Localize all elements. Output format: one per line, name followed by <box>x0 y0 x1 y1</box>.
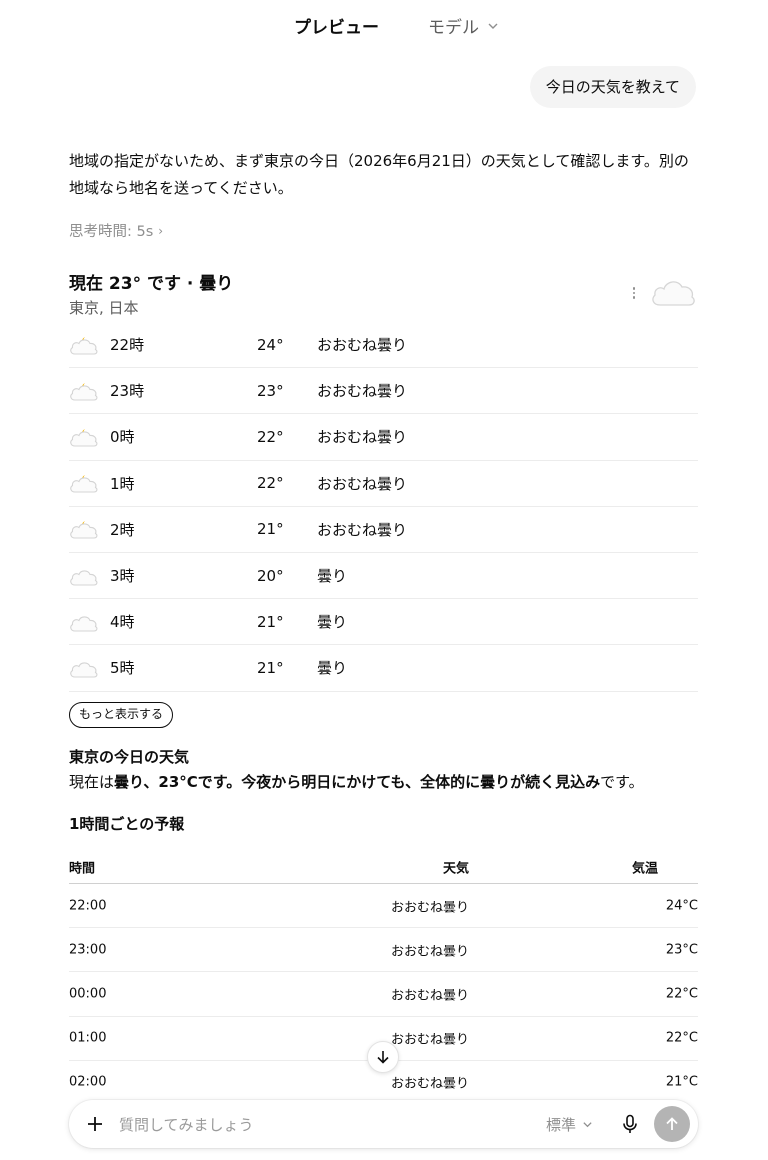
arrow-down-icon <box>377 1051 389 1064</box>
partly-cloudy-night-icon <box>70 428 98 447</box>
mode-label: 標準 <box>546 1116 577 1134</box>
cloud-icon <box>70 616 98 632</box>
hourly-temp: 20° <box>257 566 284 585</box>
top-bar: プレビュー モデル <box>0 0 768 50</box>
partly-cloudy-night-icon <box>70 475 98 493</box>
cell-weather: おおむね曇り <box>390 944 469 960</box>
weather-location: 東京, 日本 <box>69 299 139 317</box>
microphone-icon[interactable] <box>619 1113 641 1135</box>
summary-bold: 曇り、23°Cです。今夜から明日にかけても、全体的に曇りが続く見込み <box>114 773 601 791</box>
hourly-condition: おおむね曇り <box>317 428 408 447</box>
cell-weather: おおむね曇り <box>390 1032 469 1048</box>
hourly-time: 2時 <box>110 520 135 539</box>
cloud-icon <box>70 662 98 678</box>
cell-temp: 23°C <box>665 942 698 958</box>
cell-time: 23:00 <box>69 942 107 958</box>
hourly-row: 4時 21° 曇り <box>69 599 698 646</box>
hourly-condition: おおむね曇り <box>317 520 408 539</box>
scroll-down-button[interactable] <box>367 1041 399 1073</box>
hourly-temp: 22° <box>257 427 284 446</box>
hourly-row: 5時 21° 曇り <box>69 645 698 692</box>
cell-weather: おおむね曇り <box>390 988 469 1004</box>
partly-cloudy-night-icon <box>70 521 98 539</box>
user-message-bubble: 今日の天気を教えて <box>529 66 696 108</box>
hourly-temp: 21° <box>257 612 284 631</box>
table-row: 23:00 おおむね曇り 23°C <box>69 928 698 973</box>
hourly-condition: 曇り <box>317 567 348 586</box>
table-row: 22:00 おおむね曇り 24°C <box>69 884 698 929</box>
hourly-row: 23時 23° おおむね曇り <box>69 368 698 415</box>
tab-preview[interactable]: プレビュー <box>294 13 379 38</box>
cell-weather: おおむね曇り <box>390 900 469 916</box>
thinking-time-label: 思考時間: 5s <box>69 224 154 240</box>
hourly-temp: 22° <box>257 474 284 493</box>
hourly-row: 1時 22° おおむね曇り <box>69 461 698 507</box>
chevron-right-icon: › <box>158 223 164 238</box>
cloud-icon <box>652 281 695 306</box>
hourly-temp: 21° <box>257 658 284 677</box>
thinking-time-toggle[interactable]: 思考時間: 5s › <box>69 220 163 241</box>
hourly-temp: 21° <box>257 520 284 539</box>
hourly-row: 22時 24° おおむね曇り <box>69 322 698 369</box>
summary-prefix: 現在は <box>69 773 115 791</box>
hourly-time: 3時 <box>110 567 135 586</box>
col-header-time: 時間 <box>69 861 96 876</box>
cell-time: 00:00 <box>69 986 107 1002</box>
cloud-icon <box>70 569 98 586</box>
summary-paragraph: 現在は曇り、23°Cです。今夜から明日にかけても、全体的に曇りが続く見込みです。 <box>69 770 644 794</box>
partly-cloudy-night-icon <box>70 336 98 355</box>
cell-time: 01:00 <box>69 1030 107 1046</box>
partly-cloudy-night-icon <box>70 382 98 401</box>
summary-heading: 東京の今日の天気 <box>69 748 190 766</box>
mode-selector[interactable]: 標準 <box>546 1114 593 1135</box>
hourly-row: 2時 21° おおむね曇り <box>69 507 698 553</box>
chevron-down-icon <box>583 1122 592 1128</box>
hourly-condition: 曇り <box>317 613 348 632</box>
col-header-temp: 気温 <box>631 861 658 876</box>
hourly-time: 4時 <box>110 613 135 632</box>
hourly-time: 5時 <box>110 659 135 678</box>
message-input[interactable]: 質問してみましょう <box>119 1114 254 1135</box>
assistant-intro-text: 地域の指定がないため、まず東京の今日（2026年6月21日）の天気として確認しま… <box>69 152 689 197</box>
cell-temp: 21°C <box>665 1074 698 1090</box>
hourly-row: 3時 20° 曇り <box>69 553 698 600</box>
hourly-time: 0時 <box>110 428 135 447</box>
hourly-condition: 曇り <box>317 659 348 678</box>
hourly-forecast-heading: 1時間ごとの予報 <box>69 815 185 833</box>
cell-time: 02:00 <box>69 1074 107 1090</box>
tab-model-label: モデル <box>428 18 479 38</box>
table-header: 時間 天気 気温 <box>69 850 698 884</box>
chevron-down-icon <box>488 23 498 29</box>
arrow-up-icon <box>666 1117 678 1130</box>
cell-weather: おおむね曇り <box>390 1076 469 1092</box>
hourly-condition: おおむね曇り <box>317 382 408 401</box>
table-row: 00:00 おおむね曇り 22°C <box>69 972 698 1017</box>
hourly-condition: おおむね曇り <box>317 474 408 493</box>
tab-model[interactable]: モデル <box>428 13 499 38</box>
cell-temp: 22°C <box>665 1030 698 1046</box>
show-more-button[interactable]: もっと表示する <box>69 702 174 728</box>
cell-temp: 22°C <box>665 986 698 1002</box>
hourly-time: 1時 <box>110 474 135 493</box>
hourly-time: 22時 <box>110 336 145 355</box>
cell-time: 22:00 <box>69 898 107 914</box>
hourly-row: 0時 22° おおむね曇り <box>69 414 698 461</box>
send-button[interactable] <box>654 1106 690 1142</box>
plus-icon[interactable] <box>83 1112 107 1136</box>
more-options-icon[interactable] <box>627 284 641 302</box>
composer: 質問してみましょう 標準 <box>69 1100 698 1148</box>
col-header-weather: 天気 <box>442 861 469 876</box>
hourly-temp: 23° <box>257 381 284 400</box>
hourly-time: 23時 <box>110 382 145 401</box>
summary-suffix: です。 <box>600 773 644 791</box>
hourly-temp: 24° <box>257 335 284 354</box>
cell-temp: 24°C <box>665 898 698 914</box>
hourly-condition: おおむね曇り <box>317 336 408 355</box>
hourly-forecast-list: 22時 24° おおむね曇り 23時 23° おおむね曇り 0時 22° おおむね曇り 1時 22°… <box>69 322 698 692</box>
weather-current-title: 現在 23° です · 曇り <box>69 274 234 294</box>
